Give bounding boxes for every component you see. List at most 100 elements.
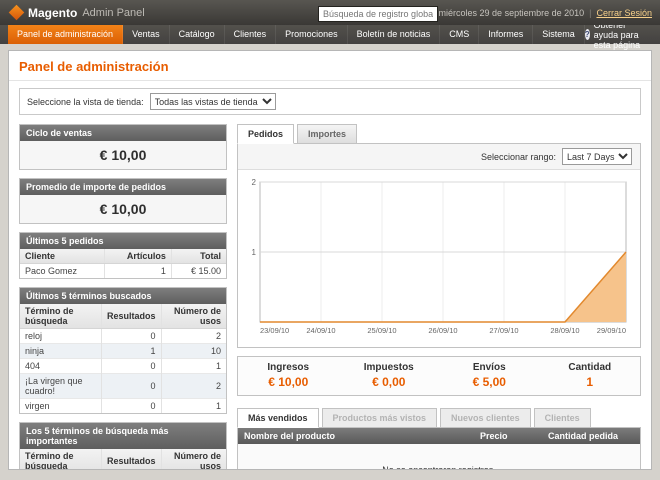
help-icon: ? <box>585 29 590 40</box>
summary-impuestos: Impuestos € 0,00 <box>339 357 440 395</box>
nav-item-clientes[interactable]: Clientes <box>225 25 277 44</box>
column-header-qty: Cantidad pedida <box>548 431 634 441</box>
column-header: Número de usos <box>161 449 226 470</box>
table-row[interactable]: ninja110 <box>20 344 226 359</box>
lifetime-sales-value: € 10,00 <box>20 141 226 169</box>
svg-text:24/09/10: 24/09/10 <box>306 326 335 335</box>
summary-value: € 10,00 <box>238 375 339 389</box>
orders-tab-row: Pedidos Importes <box>237 124 641 143</box>
table-cell: 2 <box>161 374 226 399</box>
table-cell: € 15.00 <box>171 264 226 279</box>
lifetime-sales-panel: Ciclo de ventas € 10,00 <box>19 124 227 170</box>
table-cell: ninja <box>20 344 102 359</box>
summary-label: Envíos <box>439 362 540 373</box>
svg-text:1: 1 <box>252 248 257 257</box>
global-search-input[interactable] <box>318 6 438 22</box>
summary-value: € 5,00 <box>439 375 540 389</box>
last-search-terms-title: Últimos 5 términos buscados <box>20 288 226 304</box>
average-orders-value: € 10,00 <box>20 195 226 223</box>
nav-item-informes[interactable]: Informes <box>479 25 533 44</box>
svg-text:2: 2 <box>252 178 257 187</box>
table-row[interactable]: virgen01 <box>20 399 226 414</box>
svg-text:29/09/10: 29/09/10 <box>597 326 626 335</box>
brand: Magento Admin Panel <box>8 6 145 20</box>
tab-pedidos[interactable]: Pedidos <box>237 124 294 144</box>
tab-clientes[interactable]: Clientes <box>534 408 591 428</box>
last-orders-panel: Últimos 5 pedidos ClienteArtículosTotalP… <box>19 232 227 279</box>
help-link[interactable]: ? Obtener ayuda para esta página <box>585 25 660 44</box>
tab-nuevos-clientes[interactable]: Nuevos clientes <box>440 408 531 428</box>
lifetime-sales-title: Ciclo de ventas <box>20 125 226 141</box>
dashboard-right-column: Pedidos Importes Seleccionar rango: Last… <box>237 124 641 470</box>
table-cell: 10 <box>161 344 226 359</box>
summary-label: Impuestos <box>339 362 440 373</box>
global-search <box>318 4 438 22</box>
svg-text:23/09/10: 23/09/10 <box>260 326 289 335</box>
svg-text:28/09/10: 28/09/10 <box>550 326 579 335</box>
table-row[interactable]: ¡La virgen que cuadro!02 <box>20 374 226 399</box>
table-cell: virgen <box>20 399 102 414</box>
nav-item-promociones[interactable]: Promociones <box>276 25 348 44</box>
average-orders-panel: Promedio de importe de pedidos € 10,00 <box>19 178 227 224</box>
table-row[interactable]: Paco Gomez1€ 15.00 <box>20 264 226 279</box>
tab-mas-vendidos[interactable]: Más vendidos <box>237 408 319 428</box>
column-header: Término de búsqueda <box>20 304 102 329</box>
column-header-price: Precio <box>480 431 548 441</box>
table-row[interactable]: reloj02 <box>20 329 226 344</box>
main-nav: Panel de administración Ventas Catálogo … <box>0 25 660 44</box>
table-cell: Paco Gomez <box>20 264 104 279</box>
range-label: Seleccionar rango: <box>481 152 556 162</box>
summary-cantidad: Cantidad 1 <box>540 357 641 395</box>
summary-value: 1 <box>540 375 641 389</box>
nav-item-sistema[interactable]: Sistema <box>533 25 585 44</box>
products-table-header: Nombre del producto Precio Cantidad pedi… <box>238 428 640 444</box>
column-header: Término de búsqueda <box>20 449 102 470</box>
table-cell: 404 <box>20 359 102 374</box>
table-cell: 1 <box>102 344 162 359</box>
tab-productos-mas-vistos[interactable]: Productos más vistos <box>322 408 438 428</box>
nav-item-ventas[interactable]: Ventas <box>123 25 170 44</box>
store-view-select[interactable]: Todas las vistas de tienda <box>150 93 276 110</box>
svg-text:26/09/10: 26/09/10 <box>428 326 457 335</box>
column-header: Resultados <box>102 449 162 470</box>
content-panel: Panel de administración Seleccione la vi… <box>8 50 652 470</box>
average-orders-title: Promedio de importe de pedidos <box>20 179 226 195</box>
magento-logo-icon <box>9 5 25 21</box>
column-header: Total <box>171 249 226 264</box>
chart-area: 1223/09/1024/09/1025/09/1026/09/1027/09/… <box>238 170 640 347</box>
table-cell: 1 <box>161 399 226 414</box>
range-select[interactable]: Last 7 Days <box>562 148 632 165</box>
brand-suffix: Admin Panel <box>82 7 144 19</box>
header-date: miércoles 29 de septiembre de 2010 <box>439 8 585 18</box>
dashboard-left-column: Ciclo de ventas € 10,00 Promedio de impo… <box>19 124 227 470</box>
tab-importes[interactable]: Importes <box>297 124 357 144</box>
last-search-terms-table: Término de búsquedaResultadosNúmero de u… <box>20 304 226 413</box>
table-cell: 0 <box>102 399 162 414</box>
nav-item-panel[interactable]: Panel de administración <box>8 25 123 44</box>
brand-name: Magento <box>28 6 77 20</box>
header-separator: | <box>589 8 591 18</box>
nav-item-cms[interactable]: CMS <box>440 25 479 44</box>
table-cell: ¡La virgen que cuadro! <box>20 374 102 399</box>
summary-ingresos: Ingresos € 10,00 <box>238 357 339 395</box>
table-cell: 0 <box>102 329 162 344</box>
summary-label: Ingresos <box>238 362 339 373</box>
page-title: Panel de administración <box>9 51 651 80</box>
column-header: Número de usos <box>161 304 226 329</box>
logout-link[interactable]: Cerrar Sesión <box>596 8 652 18</box>
orders-chart-panel: Seleccionar rango: Last 7 Days 1 2 23/09/1… <box>237 143 641 348</box>
table-cell: reloj <box>20 329 102 344</box>
table-row[interactable]: 40401 <box>20 359 226 374</box>
svg-text:25/09/10: 25/09/10 <box>367 326 396 335</box>
summary-envios: Envíos € 5,00 <box>439 357 540 395</box>
last-orders-table: ClienteArtículosTotalPaco Gomez1€ 15.00 <box>20 249 226 278</box>
top-search-terms-table: Término de búsquedaResultadosNúmero de u… <box>20 449 226 470</box>
column-header-product: Nombre del producto <box>244 431 480 441</box>
products-table: Nombre del producto Precio Cantidad pedi… <box>237 427 641 470</box>
last-search-terms-panel: Últimos 5 términos buscados Término de b… <box>19 287 227 414</box>
orders-chart: 1223/09/1024/09/1025/09/1026/09/1027/09/… <box>244 176 634 336</box>
last-orders-title: Últimos 5 pedidos <box>20 233 226 249</box>
products-tab-row: Más vendidos Productos más vistos Nuevos… <box>237 408 641 427</box>
nav-item-catalogo[interactable]: Catálogo <box>170 25 225 44</box>
nav-item-boletin[interactable]: Boletín de noticias <box>348 25 441 44</box>
